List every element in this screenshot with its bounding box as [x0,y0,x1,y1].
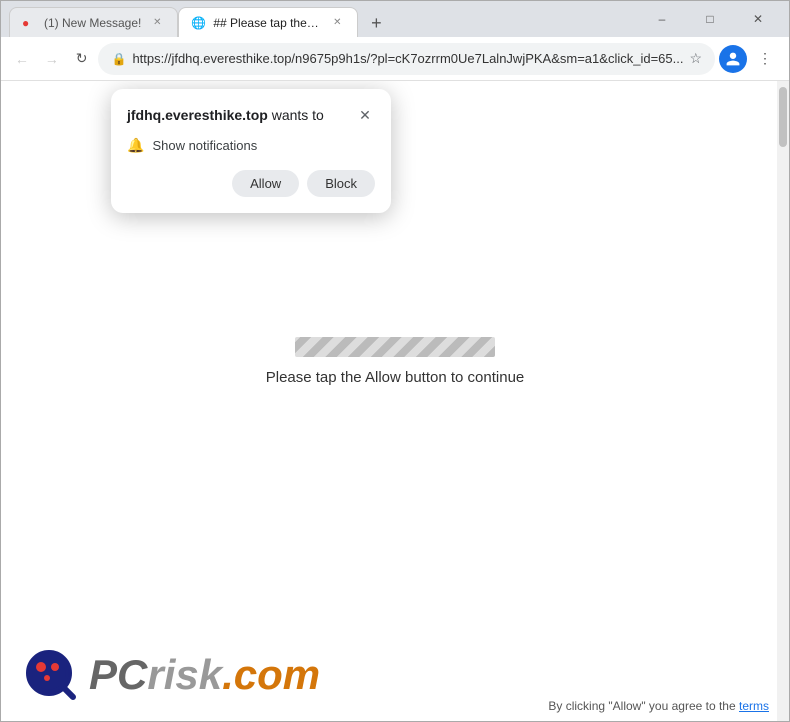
block-button[interactable]: Block [307,170,375,197]
tab1-close[interactable]: ✕ [149,15,165,31]
forward-button[interactable]: → [39,43,65,75]
page-content: jfdhq.everesthike.top wants to ✕ 🔔 Show … [1,81,789,721]
reload-button[interactable]: ↻ [69,43,95,75]
tab2-close[interactable]: ✕ [329,15,345,31]
title-bar: ● (1) New Message! ✕ 🌐 ## Please tap the… [1,1,789,37]
browser-window: ● (1) New Message! ✕ 🌐 ## Please tap the… [0,0,790,722]
menu-button[interactable]: ⋮ [749,43,781,75]
pcrisk-risk-text: risk [147,651,222,698]
loading-bar-container [295,337,495,357]
close-button[interactable]: ✕ [735,3,781,35]
scrollbar-thumb[interactable] [779,87,787,147]
minimize-button[interactable]: – [639,3,685,35]
tab-2[interactable]: 🌐 ## Please tap the Allow button... ✕ [178,7,358,37]
back-button[interactable]: ← [9,43,35,75]
allow-button[interactable]: Allow [232,170,299,197]
tab1-title: (1) New Message! [44,16,141,30]
popup-domain: jfdhq.everesthike.top [127,107,268,123]
bottom-disclaimer: By clicking "Allow" you agree to the ter… [548,699,769,713]
popup-title: jfdhq.everesthike.top wants to [127,107,324,123]
tab2-favicon: 🌐 [191,16,205,30]
page-footer: PCrisk.com By clicking "Allow" you agree… [1,629,789,721]
tab-1[interactable]: ● (1) New Message! ✕ [9,7,178,37]
pcrisk-com-text: .com [222,651,320,698]
loading-bar [295,337,495,357]
tab2-title: ## Please tap the Allow button... [213,16,321,30]
maximize-button[interactable]: □ [687,3,733,35]
disclaimer-text: By clicking "Allow" you agree to the [548,699,735,713]
popup-permission-text: Show notifications [152,138,257,153]
nav-bar: ← → ↻ 🔒 https://jfdhq.everesthike.top/n9… [1,37,789,81]
pcrisk-icon [21,645,81,705]
popup-header: jfdhq.everesthike.top wants to ✕ [127,105,375,125]
lock-icon: 🔒 [111,52,126,66]
popup-permission-row: 🔔 Show notifications [127,137,375,154]
popup-close-button[interactable]: ✕ [355,105,375,125]
pcrisk-logo: PCrisk.com [21,645,769,705]
tab1-favicon: ● [22,16,36,30]
pcrisk-text: PCrisk.com [89,654,320,696]
address-text: https://jfdhq.everesthike.top/n9675p9h1s… [132,51,683,66]
bell-icon: 🔔 [127,137,144,154]
popup-buttons: Allow Block [127,170,375,197]
tab-bar: ● (1) New Message! ✕ 🌐 ## Please tap the… [9,1,627,37]
window-controls: – □ ✕ [639,3,781,35]
address-bar[interactable]: 🔒 https://jfdhq.everesthike.top/n9675p9h… [98,43,715,75]
profile-button[interactable] [719,45,747,73]
new-tab-button[interactable]: + [362,9,390,37]
terms-link[interactable]: terms [739,699,769,713]
nav-right: ⋮ [719,43,781,75]
scrollbar[interactable] [777,81,789,721]
permission-popup: jfdhq.everesthike.top wants to ✕ 🔔 Show … [111,89,391,213]
page-message: Please tap the Allow button to continue [266,369,525,386]
popup-wants: wants to [268,107,324,123]
bookmark-icon[interactable]: ☆ [689,50,702,67]
pcrisk-pc-text: PC [89,651,147,698]
